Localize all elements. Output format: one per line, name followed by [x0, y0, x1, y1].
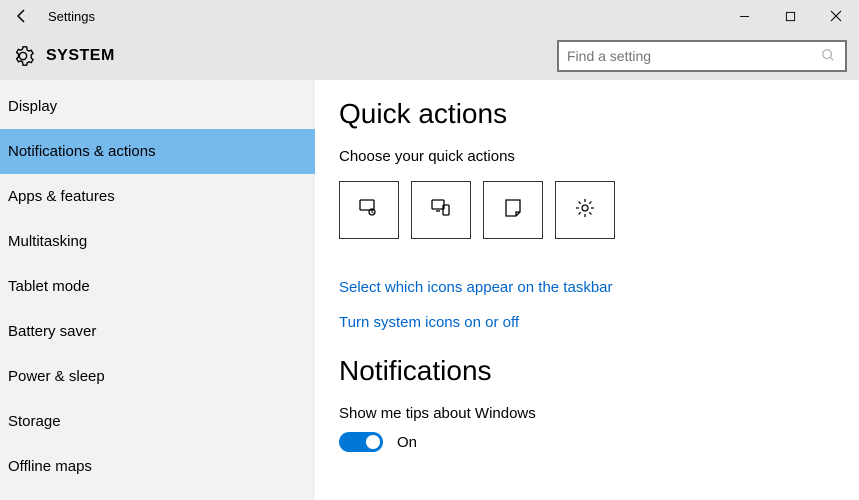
main-content: Quick actions Choose your quick actions: [315, 80, 859, 500]
notifications-title: Notifications: [339, 355, 835, 387]
maximize-button[interactable]: [767, 0, 813, 32]
sidebar: Display Notifications & actions Apps & f…: [0, 80, 315, 500]
gear-icon: [12, 45, 34, 67]
connect-icon: [429, 196, 453, 225]
sidebar-item-offline-maps[interactable]: Offline maps: [0, 444, 315, 489]
sidebar-item-multitasking[interactable]: Multitasking: [0, 219, 315, 264]
link-taskbar-icons[interactable]: Select which icons appear on the taskbar: [339, 279, 835, 296]
sidebar-item-notifications[interactable]: Notifications & actions: [0, 129, 315, 174]
search-box[interactable]: [557, 40, 847, 72]
toggle-knob: [366, 435, 380, 449]
qa-tile-connect[interactable]: [411, 181, 471, 239]
titlebar: Settings: [0, 0, 859, 32]
back-button[interactable]: [12, 6, 32, 26]
header: SYSTEM: [0, 32, 859, 80]
tips-label: Show me tips about Windows: [339, 405, 835, 422]
sidebar-item-battery-saver[interactable]: Battery saver: [0, 309, 315, 354]
search-input[interactable]: [567, 48, 821, 64]
quick-actions-caption: Choose your quick actions: [339, 148, 835, 165]
qa-tile-note[interactable]: [483, 181, 543, 239]
tips-toggle[interactable]: [339, 432, 383, 452]
sidebar-item-display[interactable]: Display: [0, 84, 315, 129]
settings-icon: [573, 196, 597, 225]
note-icon: [501, 196, 525, 225]
close-button[interactable]: [813, 0, 859, 32]
quick-actions-title: Quick actions: [339, 98, 835, 130]
window-title: Settings: [48, 9, 95, 24]
quick-actions-grid: [339, 181, 835, 239]
sidebar-item-apps[interactable]: Apps & features: [0, 174, 315, 219]
sidebar-item-storage[interactable]: Storage: [0, 399, 315, 444]
tips-toggle-label: On: [397, 434, 417, 451]
sidebar-item-tablet-mode[interactable]: Tablet mode: [0, 264, 315, 309]
link-system-icons[interactable]: Turn system icons on or off: [339, 314, 835, 331]
qa-tile-settings[interactable]: [555, 181, 615, 239]
minimize-button[interactable]: [721, 0, 767, 32]
qa-tile-tablet-mode[interactable]: [339, 181, 399, 239]
page-title: SYSTEM: [46, 47, 115, 65]
search-icon: [821, 48, 837, 64]
tablet-mode-icon: [357, 196, 381, 225]
sidebar-item-power-sleep[interactable]: Power & sleep: [0, 354, 315, 399]
